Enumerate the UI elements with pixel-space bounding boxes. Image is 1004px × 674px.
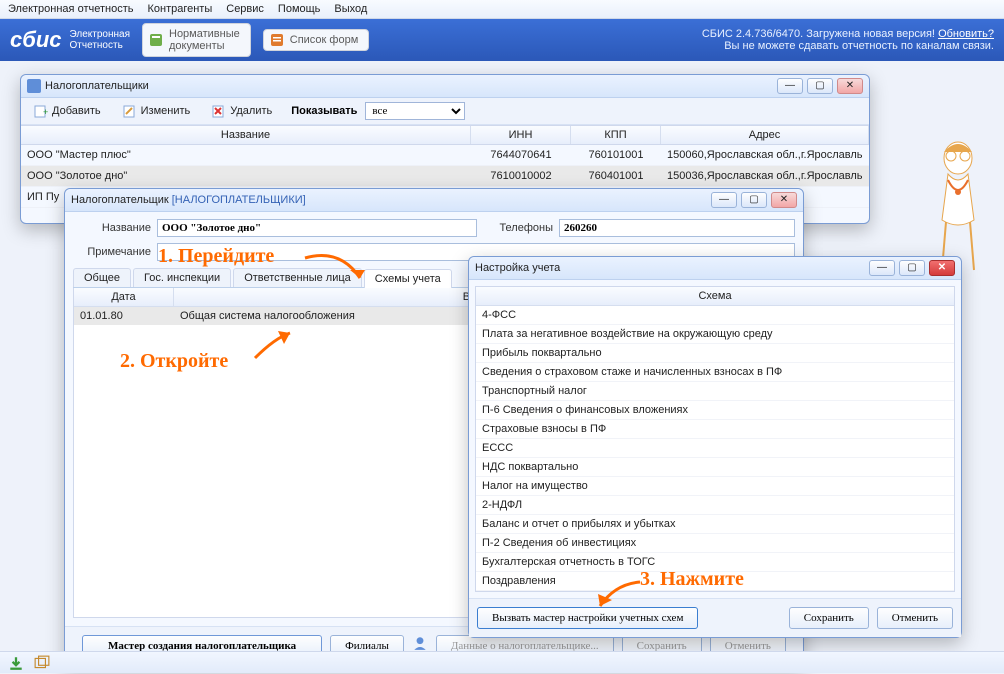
- menu-item[interactable]: Электронная отчетность: [8, 3, 133, 15]
- delete-button[interactable]: Удалить: [205, 101, 279, 121]
- status-bar: [0, 651, 1004, 673]
- tab-inspections[interactable]: Гос. инспекции: [133, 268, 231, 287]
- scheme-wizard-button[interactable]: Вызвать мастер настройки учетных схем: [477, 607, 698, 629]
- list-item[interactable]: Налог на имущество: [476, 477, 954, 496]
- brand-subtitle: ЭлектроннаяОтчетность: [70, 29, 130, 51]
- col-date[interactable]: Дата: [74, 288, 174, 306]
- menu-item[interactable]: Сервис: [226, 3, 264, 15]
- col-name[interactable]: Название: [21, 126, 471, 144]
- maximize-button[interactable]: ▢: [899, 260, 925, 276]
- window-icon: [27, 79, 41, 93]
- label-note: Примечание: [73, 246, 151, 258]
- status-text: СБИС 2.4.736/6470. Загружена новая верси…: [702, 28, 994, 52]
- delete-icon: [212, 104, 226, 118]
- show-filter-combo[interactable]: все: [365, 102, 465, 120]
- pencil-icon: [123, 104, 137, 118]
- window-scheme-setup: Настройка учета — ▢ ✕ Схема 4-ФСС Плата …: [468, 256, 962, 638]
- window-title: Настройка учета: [475, 262, 560, 274]
- toolbar: + Добавить Изменить Удалить Показывать в…: [21, 98, 869, 125]
- close-button[interactable]: ✕: [771, 192, 797, 208]
- label-name: Название: [73, 222, 151, 234]
- name-input[interactable]: [157, 219, 477, 237]
- list-item[interactable]: Страховые взносы в ПФ: [476, 420, 954, 439]
- list-item[interactable]: Баланс и отчет о прибылях и убытках: [476, 515, 954, 534]
- main-menu[interactable]: Электронная отчетность Контрагенты Серви…: [0, 0, 1004, 19]
- minimize-button[interactable]: —: [711, 192, 737, 208]
- grid-header: Название ИНН КПП Адрес: [21, 125, 869, 145]
- close-button[interactable]: ✕: [929, 260, 955, 276]
- pill-normative-docs[interactable]: Нормативныедокументы: [142, 23, 251, 57]
- label-phone: Телефоны: [483, 222, 553, 234]
- list-item[interactable]: ЕССС: [476, 439, 954, 458]
- add-button[interactable]: + Добавить: [27, 101, 108, 121]
- save-button[interactable]: Сохранить: [789, 607, 869, 629]
- col-addr[interactable]: Адрес: [661, 126, 869, 144]
- svg-text:+: +: [43, 107, 48, 117]
- phone-input[interactable]: [559, 219, 795, 237]
- list-item[interactable]: 4-ФСС: [476, 306, 954, 325]
- col-scheme[interactable]: Схема: [476, 287, 954, 306]
- maximize-button[interactable]: ▢: [741, 192, 767, 208]
- list-icon: [270, 33, 284, 47]
- edit-button[interactable]: Изменить: [116, 101, 198, 121]
- minimize-button[interactable]: —: [777, 78, 803, 94]
- pill-form-list[interactable]: Список форм: [263, 29, 370, 51]
- col-kpp[interactable]: КПП: [571, 126, 661, 144]
- window-title: Налогоплательщик [НАЛОГОПЛАТЕЛЬЩИКИ]: [71, 194, 306, 206]
- list-item[interactable]: 2-НДФЛ: [476, 496, 954, 515]
- tab-schemes[interactable]: Схемы учета: [364, 269, 452, 288]
- show-label: Показывать: [291, 105, 357, 117]
- list-item[interactable]: Плата за негативное воздействие на окруж…: [476, 325, 954, 344]
- list-item[interactable]: Поздравления: [476, 572, 954, 591]
- brand-bar: сбис ЭлектроннаяОтчетность Нормативныедо…: [0, 19, 1004, 61]
- menu-item[interactable]: Выход: [334, 3, 367, 15]
- book-icon: [149, 33, 163, 47]
- windows-icon[interactable]: [34, 655, 50, 671]
- scheme-list[interactable]: Схема 4-ФСС Плата за негативное воздейст…: [475, 286, 955, 592]
- download-icon[interactable]: [8, 655, 24, 671]
- list-item[interactable]: Транспортный налог: [476, 382, 954, 401]
- brand-logo: сбис: [10, 27, 62, 53]
- list-item[interactable]: П-2 Сведения об инвестициях: [476, 534, 954, 553]
- window-title: Налогоплательщики: [45, 80, 149, 92]
- update-link[interactable]: Обновить?: [938, 28, 994, 40]
- list-item[interactable]: Сведения о страховом стаже и начисленных…: [476, 363, 954, 382]
- maximize-button[interactable]: ▢: [807, 78, 833, 94]
- list-item[interactable]: Прибыль поквартально: [476, 344, 954, 363]
- close-button[interactable]: ✕: [837, 78, 863, 94]
- plus-icon: +: [34, 104, 48, 118]
- tab-responsible[interactable]: Ответственные лица: [233, 268, 362, 287]
- col-inn[interactable]: ИНН: [471, 126, 571, 144]
- list-item[interactable]: НДС поквартально: [476, 458, 954, 477]
- menu-item[interactable]: Контрагенты: [147, 3, 212, 15]
- tab-general[interactable]: Общее: [73, 268, 131, 287]
- list-item[interactable]: Бухгалтерская отчетность в ТОГС: [476, 553, 954, 572]
- table-row[interactable]: ООО "Золотое дно" 7610010002 760401001 1…: [21, 166, 869, 187]
- menu-item[interactable]: Помощь: [278, 3, 321, 15]
- list-item[interactable]: П-6 Сведения о финансовых вложениях: [476, 401, 954, 420]
- cancel-button[interactable]: Отменить: [877, 607, 953, 629]
- table-row[interactable]: ООО "Мастер плюс" 7644070641 760101001 1…: [21, 145, 869, 166]
- minimize-button[interactable]: —: [869, 260, 895, 276]
